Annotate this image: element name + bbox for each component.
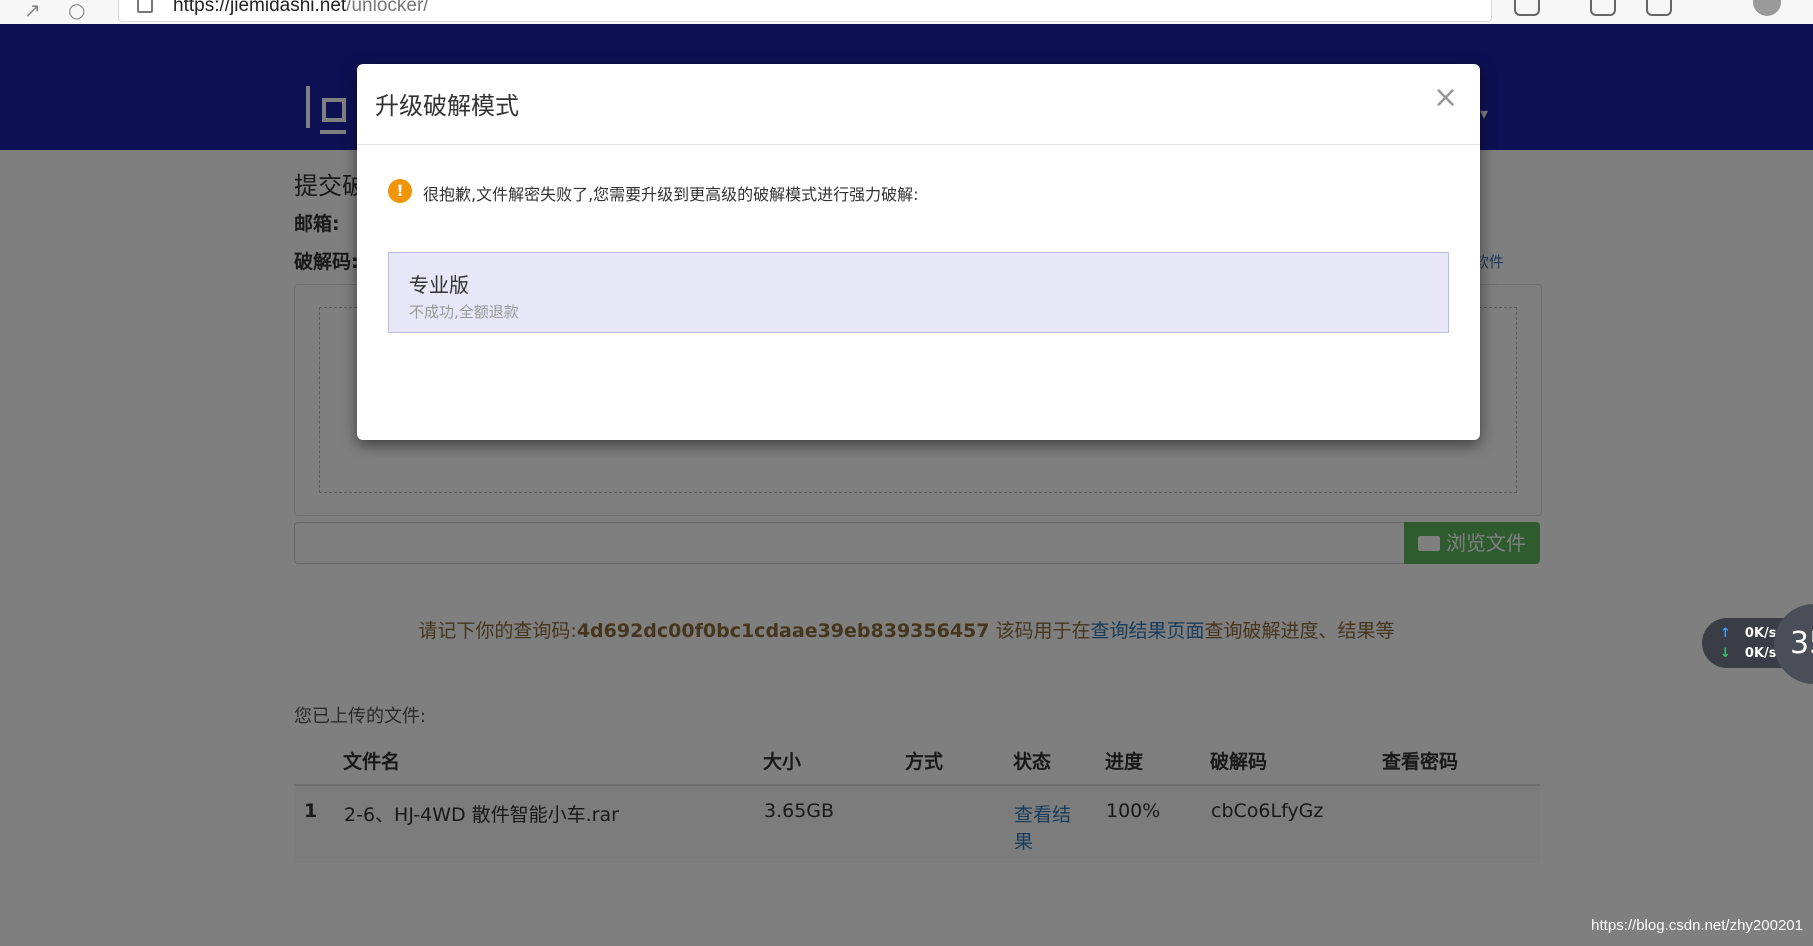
profile-avatar[interactable] bbox=[1753, 0, 1781, 16]
watermark: https://blog.csdn.net/zhy200201 bbox=[1591, 917, 1803, 934]
favorites-icon[interactable] bbox=[1590, 0, 1616, 16]
lock-icon bbox=[137, 0, 153, 13]
modal-header: 升级破解模式 × bbox=[357, 64, 1480, 145]
extensions-icon[interactable] bbox=[1514, 0, 1540, 16]
refresh-icon[interactable]: ○ bbox=[68, 0, 85, 22]
upload-speed: 0K/s bbox=[1744, 626, 1777, 641]
close-icon[interactable]: × bbox=[1433, 80, 1458, 115]
plan-description: 不成功,全额退款 bbox=[409, 303, 519, 321]
address-bar[interactable]: https://jiemidashi.net/unlocker/ bbox=[118, 0, 1492, 22]
warning-icon: ! bbox=[388, 179, 412, 203]
collections-icon[interactable] bbox=[1646, 0, 1672, 16]
url-text: https://jiemidashi.net/unlocker/ bbox=[173, 0, 429, 16]
plan-option-pro[interactable]: 专业版 不成功,全额退款 bbox=[388, 252, 1449, 333]
warning-message: 很抱歉,文件解密失败了,您需要升级到更高级的破解模式进行强力破解: bbox=[423, 185, 919, 204]
upgrade-mode-modal: 升级破解模式 × ! 很抱歉,文件解密失败了,您需要升级到更高级的破解模式进行强… bbox=[357, 64, 1480, 440]
download-speed: 0K/s bbox=[1744, 646, 1777, 661]
browser-toolbar: ↗ ○ https://jiemidashi.net/unlocker/ bbox=[0, 0, 1813, 25]
modal-title: 升级破解模式 bbox=[375, 92, 519, 120]
download-arrow-icon: ↓ bbox=[1720, 646, 1731, 661]
upload-arrow-icon: ↑ bbox=[1720, 626, 1731, 641]
plan-name: 专业版 bbox=[409, 273, 469, 297]
back-arrow-icon[interactable]: ↗ bbox=[24, 0, 41, 22]
